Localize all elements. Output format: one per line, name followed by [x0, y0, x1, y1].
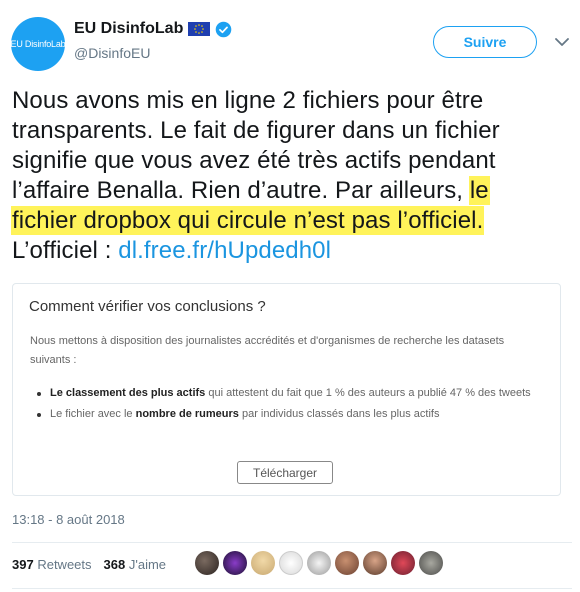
liker-avatar[interactable] — [279, 551, 303, 575]
likes-stat[interactable]: 368 J'aime — [104, 557, 167, 572]
retweets-label: Retweets — [37, 557, 92, 572]
bullet-text: qui attestent du fait que 1 % des auteur… — [205, 387, 531, 399]
link-prefix: L’officiel : — [12, 237, 119, 264]
likes-count: 368 — [103, 557, 126, 572]
link-preview-card[interactable]: Comment vérifier vos conclusions ? Nous … — [12, 283, 561, 496]
liker-avatar[interactable] — [195, 551, 219, 575]
divider — [12, 588, 572, 589]
bullet-text: par individus classés dans les plus acti… — [238, 408, 440, 420]
liker-avatar[interactable] — [419, 551, 443, 575]
bullet-bold-text: Le classement des plus actifs — [50, 387, 206, 399]
retweets-count: 397 — [12, 557, 34, 572]
card-bullet-item: Le classement des plus actifs qui attest… — [30, 384, 540, 403]
tweet-timestamp[interactable]: 13:18 - 8 août 2018 — [12, 512, 125, 527]
download-button[interactable]: Télécharger — [237, 461, 333, 484]
liker-avatar[interactable] — [251, 551, 275, 575]
bullet-text: Le fichier avec le — [50, 408, 136, 420]
card-title: Comment vérifier vos conclusions ? — [29, 298, 266, 315]
author-name-row: EU DisinfoLab — [74, 20, 232, 38]
verified-badge-icon — [216, 21, 232, 37]
liker-avatar[interactable] — [307, 551, 331, 575]
card-bullet-item: Le fichier avec le nombre de rumeurs par… — [30, 405, 540, 424]
tweet-stats: 397 Retweets 368 J'aime — [12, 557, 166, 572]
tweet-line-highlighted: fichier dropbox qui circule n’est pas l’… — [12, 206, 572, 236]
tweet-text: Nous avons mis en ligne 2 fichiers pour … — [12, 86, 572, 266]
chevron-down-icon[interactable] — [555, 37, 569, 47]
highlighted-text: fichier dropbox qui circule n’est pas l’… — [12, 207, 484, 234]
retweets-stat[interactable]: 397 Retweets — [12, 557, 92, 572]
tweet-line-with-highlight: l’affaire Benalla. Rien d’autre. Par ail… — [12, 176, 572, 206]
card-intro-text: Nous mettons à disposition des journalis… — [30, 335, 505, 366]
tweet-line: transparents. Le fait de figurer dans un… — [12, 117, 500, 144]
tweet-line-link: L’officiel : dl.free.fr/hUpdedh0l — [12, 236, 572, 266]
divider — [12, 542, 572, 543]
tweet-line: Nous avons mis en ligne 2 fichiers pour … — [12, 87, 484, 114]
author-display-name[interactable]: EU DisinfoLab — [74, 20, 183, 38]
liker-avatar[interactable] — [335, 551, 359, 575]
bullet-bold-text: nombre de rumeurs — [135, 408, 239, 420]
tweet-line: signifie que vous avez été très actifs p… — [12, 147, 496, 174]
liker-avatar[interactable] — [223, 551, 247, 575]
highlighted-text: le — [469, 177, 489, 204]
eu-flag-icon — [188, 22, 211, 36]
tweet-link[interactable]: dl.free.fr/hUpdedh0l — [118, 237, 331, 264]
avatar-logo-text: EU DisinfoLab — [10, 39, 66, 49]
author-avatar[interactable]: EU DisinfoLab — [10, 17, 66, 71]
author-handle[interactable]: @DisinfoEU — [74, 45, 150, 61]
likes-label: J'aime — [128, 557, 167, 572]
follow-button[interactable]: Suivre — [433, 26, 537, 58]
liker-avatar[interactable] — [391, 551, 415, 575]
liker-avatars — [195, 551, 443, 575]
liker-avatar[interactable] — [363, 551, 387, 575]
card-bullet-list: Le classement des plus actifs qui attest… — [30, 384, 540, 426]
tweet-line-text: l’affaire Benalla. Rien d’autre. Par ail… — [12, 177, 464, 204]
